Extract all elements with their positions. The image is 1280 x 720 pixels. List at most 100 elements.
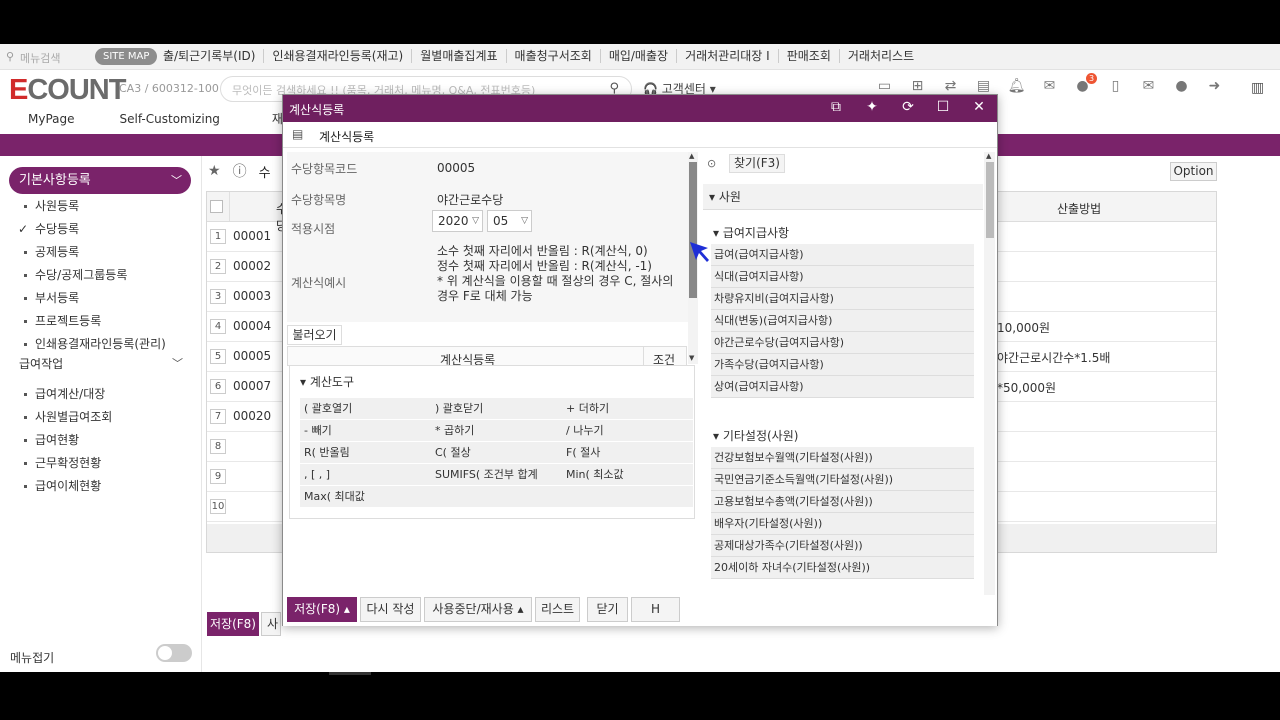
list-item[interactable]: 20세이하 자녀수(기타설정(사원)) [711,557,974,579]
video-progress-marker [329,672,371,675]
code-value: 00005 [437,161,476,175]
list-item[interactable]: 차량유지비(급여지급사항) [711,288,974,310]
top-link[interactable]: 거래처관리대장 I [677,49,779,63]
tool-max[interactable]: Max( 최대값 [300,486,431,507]
example-text: 소수 첫째 자리에서 반올림 : R(계산식, 0) 정수 첫째 자리에서 반올… [437,244,674,303]
date-label: 적용시점 [291,222,336,236]
sidebar-group-basic[interactable]: 기본사항등록 ﹀ [9,167,191,194]
list-button[interactable]: 리스트 [535,597,580,622]
dialog-save-button[interactable]: 저장(F8) ▴ [287,597,357,622]
favorite-links: 출/퇴근기록부(ID) 인쇄용결재라인등록(재고) 월별매출집계표 매출청구서조… [155,49,922,63]
sidebar-item[interactable]: 급여이체현황 [24,477,101,494]
close-icon[interactable]: ✕ [969,99,989,115]
sidebar-item[interactable]: 부서등록 [24,289,79,306]
tool-add[interactable]: + 더하기 [562,398,693,419]
list-item[interactable]: 고용보험보수총액(기타설정(사원)) [711,491,974,513]
tool-ceil[interactable]: C( 절상 [431,442,562,463]
top-link[interactable]: 출/퇴근기록부(ID) [155,49,265,63]
tool-round[interactable]: R( 반올림 [300,442,431,463]
top-link[interactable]: 거래처리스트 [840,49,922,63]
sidebar-item[interactable]: 사원별급여조회 [24,408,112,425]
top-link[interactable]: 매입/매출장 [601,49,678,63]
secondary-button[interactable]: 사 [261,612,281,636]
search-icon: ⚲ [6,50,15,63]
list-item[interactable]: 식대(급여지급사항) [711,266,974,288]
star-icon[interactable]: ★ [208,163,221,179]
list-item[interactable]: 야간근로수당(급여지급사항) [711,332,974,354]
tool-min[interactable]: Min( 최소값 [562,464,693,485]
list-item[interactable]: 가족수당(급여지급사항) [711,354,974,376]
option-button[interactable]: Option [1170,162,1217,181]
side-panel-icon[interactable]: ▥ [1251,80,1264,96]
save-button[interactable]: 저장(F8) [207,612,259,636]
chat-icon[interactable]: ● 3 [1072,73,1097,96]
find-button[interactable]: 찾기(F3) [729,154,785,173]
logout-icon[interactable]: ➜ [1204,78,1225,96]
top-link[interactable]: 인쇄용결재라인등록(재고) [264,49,413,63]
menu-fold-toggle[interactable] [156,644,192,662]
list-item[interactable]: 국민연금기준소득월액(기타설정(사원)) [711,469,974,491]
sidebar-group-payroll[interactable]: 급여작업 [19,355,63,372]
menu-fold-label: 메뉴접기 [10,651,55,665]
chevron-down-icon: ▽ [521,216,528,226]
list-item[interactable]: 건강보험보수월액(기타설정(사원)) [711,447,974,469]
list-item[interactable]: 급여(급여지급사항) [711,244,974,266]
mobile-icon[interactable]: ▯ [1105,78,1126,96]
sidebar-item[interactable]: 급여현황 [24,431,79,448]
sidebar-item[interactable]: 수당/공제그룹등록 [24,266,127,283]
list-item[interactable]: 식대(변동)(급여지급사항) [711,310,974,332]
year-select[interactable]: 2020 ▽ [432,210,483,232]
sidebar-item[interactable]: 근무확정현황 [24,454,101,471]
top-link[interactable]: 판매조회 [779,49,840,63]
month-select[interactable]: 05 ▽ [487,210,532,232]
list-item[interactable]: 상여(급여지급사항) [711,376,974,398]
dialog-titlebar: 계산식등록 ⧉ ✦ ⟳ ☐ ✕ [283,95,997,122]
pin-icon[interactable]: ✦ [862,99,882,115]
tool-floor[interactable]: F( 절사 [562,442,693,463]
refresh-icon[interactable]: ⟳ [898,99,918,115]
select-all-checkbox[interactable] [210,200,223,213]
suspend-button[interactable]: 사용중단/재사용 ▴ [424,597,532,622]
calc-tools-header[interactable]: ▾ 계산도구 [300,373,354,390]
load-button[interactable]: 불러오기 [287,325,342,345]
user-icon[interactable]: ● [1171,78,1192,96]
notification-badge: 3 [1086,73,1097,84]
sidebar-item[interactable]: 공제등록 [24,243,79,260]
list-item[interactable]: 공제대상가족수(기타설정(사원)) [711,535,974,557]
tool-close-paren[interactable]: ) 괄호닫기 [431,398,562,419]
tool-open-paren[interactable]: ( 괄호열기 [300,398,431,419]
tool-subtract[interactable]: - 빼기 [300,420,431,441]
top-link[interactable]: 매출청구서조회 [507,49,601,63]
group-pay-items[interactable]: ▾ 급여지급사항 [713,224,789,241]
menu-search-input[interactable]: 메뉴검색 [20,50,60,66]
help-circle-icon[interactable]: ⓘ [233,161,247,181]
mail-open-icon[interactable]: ✉ [1039,78,1060,96]
tool-multiply[interactable]: * 곱하기 [431,420,562,441]
group-other-settings[interactable]: ▾ 기타설정(사원) [713,427,798,444]
sidebar-item[interactable]: 인쇄용결재라인등록(관리) [24,335,166,352]
tool-bracket[interactable]: , [ , ] [300,464,431,485]
nav-self-customizing[interactable]: Self-Customizing [120,110,220,134]
rewrite-button[interactable]: 다시 작성 [360,597,421,622]
h-button[interactable]: H [631,597,680,622]
list-item[interactable]: 배우자(기타설정(사원)) [711,513,974,535]
sidebar-item[interactable]: 급여계산/대장 [24,385,105,402]
sitemap-button[interactable]: SITE MAP [95,48,158,65]
example-label: 계산식예시 [291,276,347,290]
popout-icon[interactable]: ⧉ [826,99,846,115]
maximize-icon[interactable]: ☐ [933,99,953,115]
bell-icon[interactable]: 🔔︎ [1006,78,1027,96]
sidebar-item-active[interactable]: ✓ 수당등록 [18,220,79,237]
tool-divide[interactable]: / 나누기 [562,420,693,441]
sidebar-item[interactable]: 사원등록 [24,197,79,214]
nav-mypage[interactable]: MyPage [28,110,75,134]
envelope-icon[interactable]: ✉ [1138,78,1159,96]
sidebar-item[interactable]: 프로젝트등록 [24,312,101,329]
close-button[interactable]: 닫기 [587,597,628,622]
top-link[interactable]: 월별매출집계표 [412,49,507,63]
tool-sumifs[interactable]: SUMIFS( 조건부 합계 [431,464,562,485]
right-scrollbar[interactable]: ▲▼ [984,152,995,617]
ecount-logo[interactable]: ECOUNT [9,74,126,107]
section-employee[interactable]: ▾ 사원 [703,184,983,210]
chevron-down-icon[interactable]: ﹀ [172,355,183,371]
